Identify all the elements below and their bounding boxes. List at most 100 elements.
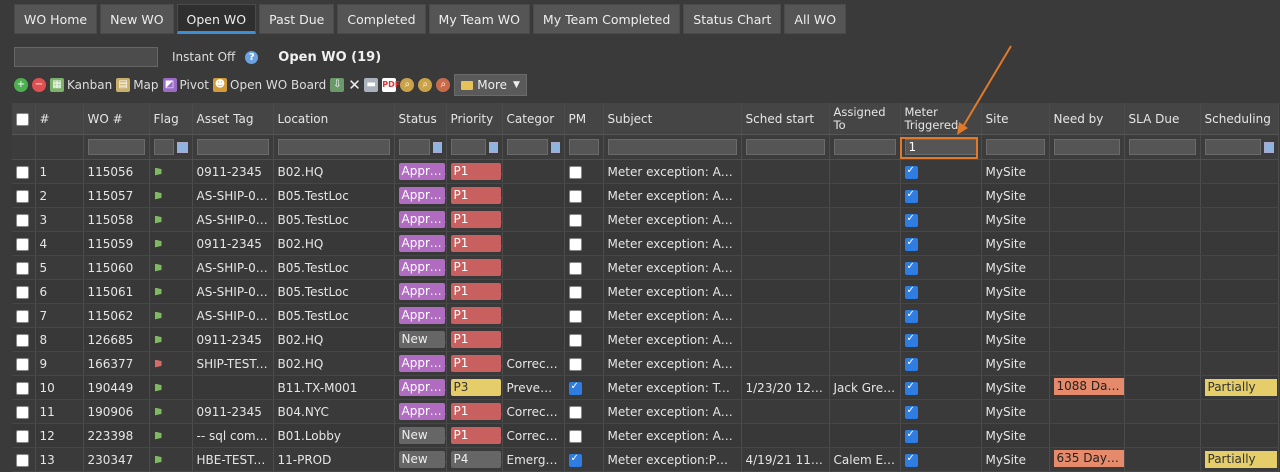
kanban-button[interactable]: ▦ Kanban xyxy=(50,78,112,92)
zoom-out-icon[interactable]: ⌕ xyxy=(436,78,451,92)
zoom-in-icon[interactable]: ⌕ xyxy=(418,78,433,92)
export-icon[interactable]: ⇩ xyxy=(330,78,345,92)
filter-select-icon[interactable] xyxy=(176,141,188,153)
cell-wo[interactable]: 190906 xyxy=(83,399,150,424)
tab-completed[interactable]: Completed xyxy=(337,4,426,34)
filter-status[interactable] xyxy=(394,134,447,160)
tab-wo-home[interactable]: WO Home xyxy=(14,4,98,34)
remove-icon[interactable]: − xyxy=(32,78,46,92)
table-row[interactable]: 12 223398 -- sql comm... B01.Lobby New P1 Corr… xyxy=(12,423,1279,448)
row-checkbox[interactable] xyxy=(16,333,29,347)
cell-wo[interactable]: 115062 xyxy=(83,303,150,328)
instant-toggle[interactable]: Instant Off xyxy=(172,50,235,64)
cell-wo[interactable]: 115060 xyxy=(83,255,150,280)
table-row[interactable]: 5 115060 AS-SHIP-01_... B05.TestLoc Appro...… xyxy=(12,255,1279,280)
row-select[interactable] xyxy=(12,447,36,472)
cell-wo[interactable]: 115058 xyxy=(83,207,150,232)
col-pm[interactable]: PM xyxy=(564,103,604,135)
table-row[interactable]: 13230347 HBE-TEST-00311-PRODNew P4Emergenc… xyxy=(12,447,1279,472)
table-row[interactable]: 6 115061 AS-SHIP-01_... B05.TestLoc Appro...… xyxy=(12,279,1279,304)
row-checkbox[interactable] xyxy=(16,285,29,299)
filter-meter-input[interactable]: 1 xyxy=(904,139,977,155)
row-checkbox[interactable] xyxy=(16,189,29,203)
select-all-header[interactable] xyxy=(12,103,36,135)
filter-needby[interactable] xyxy=(1049,134,1125,160)
col-location[interactable]: Location xyxy=(273,103,395,135)
col-scheduling[interactable]: Scheduling xyxy=(1200,103,1279,135)
col-asset[interactable]: Asset Tag xyxy=(192,103,274,135)
tab-status-chart[interactable]: Status Chart xyxy=(683,4,782,34)
row-select[interactable] xyxy=(12,303,36,328)
tab-all-wo[interactable]: All WO xyxy=(784,4,847,34)
select-all-checkbox[interactable] xyxy=(16,112,29,126)
row-checkbox[interactable] xyxy=(16,381,29,395)
filter-assigned[interactable] xyxy=(829,134,901,160)
row-select[interactable] xyxy=(12,351,36,376)
row-select[interactable] xyxy=(12,159,36,184)
cell-wo[interactable]: 190449 xyxy=(83,375,150,400)
filter-sched[interactable] xyxy=(741,134,830,160)
table-row[interactable]: 10190449 B11.TX-M001Appro... P3Preventive M… xyxy=(12,375,1279,400)
row-checkbox[interactable] xyxy=(16,165,29,179)
cell-wo[interactable]: 230347 xyxy=(83,447,150,472)
row-checkbox[interactable] xyxy=(16,261,29,275)
filter-pm[interactable] xyxy=(564,134,604,160)
col-category[interactable]: Categor xyxy=(502,103,565,135)
filter-select-icon[interactable] xyxy=(550,141,560,153)
cell-wo[interactable]: 115057 xyxy=(83,183,150,208)
row-select[interactable] xyxy=(12,375,36,400)
table-row[interactable]: 2 115057 AS-SHIP-01_... B05.TestLoc Appro...… xyxy=(12,183,1279,208)
help-icon[interactable]: ? xyxy=(245,50,259,64)
tab-past-due[interactable]: Past Due xyxy=(259,4,335,34)
col-site[interactable]: Site xyxy=(981,103,1050,135)
tab-my-team-completed[interactable]: My Team Completed xyxy=(532,4,681,34)
cell-wo[interactable]: 115056 xyxy=(83,159,150,184)
col-sla[interactable]: SLA Due xyxy=(1124,103,1201,135)
cell-wo[interactable]: 115059 xyxy=(83,231,150,256)
filter-sla[interactable] xyxy=(1124,134,1201,160)
row-select[interactable] xyxy=(12,255,36,280)
print-icon[interactable]: ▬ xyxy=(364,78,379,92)
filter-select-icon[interactable] xyxy=(488,141,498,153)
table-row[interactable]: 7 115062 AS-SHIP-01_... B05.TestLoc Appro...… xyxy=(12,303,1279,328)
row-select[interactable] xyxy=(12,207,36,232)
filter-priority[interactable] xyxy=(446,134,503,160)
col-needby[interactable]: Need by xyxy=(1049,103,1125,135)
map-button[interactable]: ▤ Map xyxy=(116,78,159,92)
row-checkbox[interactable] xyxy=(16,405,29,419)
filter-location[interactable] xyxy=(273,134,395,160)
filter-category[interactable] xyxy=(502,134,565,160)
row-checkbox[interactable] xyxy=(16,357,29,371)
col-priority[interactable]: Priority xyxy=(446,103,503,135)
tab-new-wo[interactable]: New WO xyxy=(100,4,174,34)
col-meter[interactable]: Meter Triggered xyxy=(900,103,982,135)
pivot-button[interactable]: ◩ Pivot xyxy=(162,78,209,92)
table-row[interactable]: 11 190906 0911-2345 B04.NYC Appro... P1 Correc… xyxy=(12,399,1279,424)
col-wo[interactable]: WO # xyxy=(83,103,150,135)
cell-wo[interactable]: 223398 xyxy=(83,423,150,448)
table-row[interactable]: 1 115056 0911-2345 B02.HQ Appro... P1 Meter ex… xyxy=(12,159,1279,184)
cell-wo[interactable]: 166377 xyxy=(83,351,150,376)
table-row[interactable]: 4 115059 0911-2345 B02.HQ Appro... P1 Meter ex… xyxy=(12,231,1279,256)
cell-wo[interactable]: 115061 xyxy=(83,279,150,304)
row-select[interactable] xyxy=(12,327,36,352)
more-button[interactable]: More ▼ xyxy=(454,74,527,96)
filter-meter[interactable]: 1 xyxy=(900,134,982,160)
clear-icon[interactable]: ✕ xyxy=(348,78,361,93)
row-checkbox[interactable] xyxy=(16,453,29,467)
row-select[interactable] xyxy=(12,279,36,304)
row-checkbox[interactable] xyxy=(16,309,29,323)
col-status[interactable]: Status xyxy=(394,103,447,135)
filter-asset[interactable] xyxy=(192,134,274,160)
row-select[interactable] xyxy=(12,231,36,256)
filter-flag[interactable] xyxy=(149,134,193,160)
col-assigned[interactable]: Assigned To xyxy=(829,103,901,135)
filter-select-icon[interactable] xyxy=(433,141,442,153)
filter-select-icon[interactable] xyxy=(1264,141,1274,153)
row-checkbox[interactable] xyxy=(16,429,29,443)
col-num[interactable]: # xyxy=(35,103,84,135)
add-icon[interactable]: + xyxy=(14,78,28,92)
cell-wo[interactable]: 126685 xyxy=(83,327,150,352)
table-row[interactable]: 9 166377 SHIP-TEST-0... B02.HQ Appro... P1 Cor… xyxy=(12,351,1279,376)
tab-my-team-wo[interactable]: My Team WO xyxy=(428,4,530,34)
